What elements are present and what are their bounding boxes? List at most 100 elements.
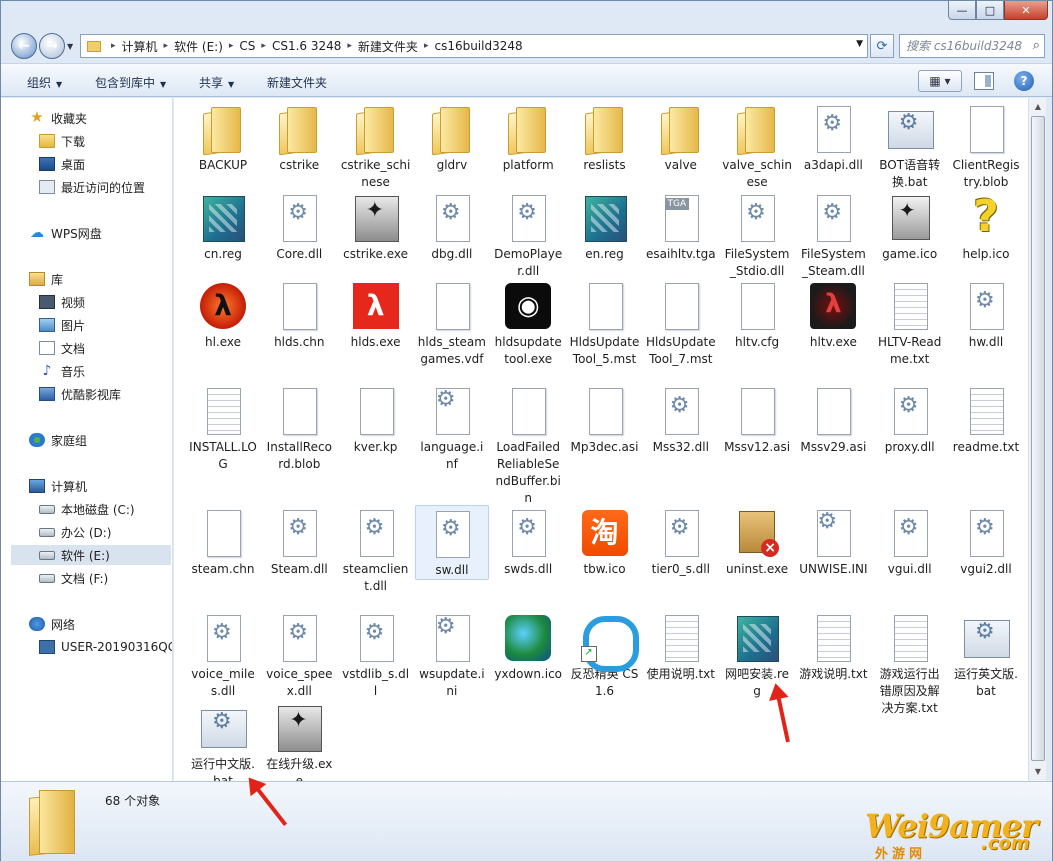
file-item[interactable]: 反恐精英 CS 1.6: [568, 610, 642, 700]
file-item[interactable]: LoadFailedReliableSendBuffer.bin: [491, 383, 565, 507]
sidebar-item-network-pc[interactable]: USER-20190316QG: [39, 637, 172, 657]
refresh-button[interactable]: ⟳: [870, 34, 894, 58]
scroll-down-icon[interactable]: ▼: [1030, 764, 1046, 780]
include-in-library-menu[interactable]: 包含到库中 ▼: [95, 74, 166, 91]
file-item[interactable]: wsupdate.ini: [415, 610, 489, 700]
file-item[interactable]: steam.chn: [186, 505, 260, 578]
address-dropdown-icon[interactable]: ▼: [856, 39, 863, 49]
file-item[interactable]: hw.dll: [949, 278, 1023, 351]
file-item[interactable]: tier0_s.dll: [644, 505, 718, 578]
organize-menu[interactable]: 组织 ▼: [27, 74, 62, 91]
breadcrumb-item[interactable]: cs16build3248: [434, 39, 522, 53]
file-item[interactable]: 运行中文版.bat: [186, 700, 260, 781]
file-item[interactable]: InstallRecord.blob: [262, 383, 336, 473]
file-item[interactable]: BACKUP: [186, 101, 260, 174]
file-item[interactable]: platform: [491, 101, 565, 174]
file-item[interactable]: Mss32.dll: [644, 383, 718, 456]
file-item[interactable]: dbg.dll: [415, 190, 489, 263]
minimize-button[interactable]: —: [948, 1, 976, 20]
preview-pane-button[interactable]: [974, 72, 994, 90]
file-item[interactable]: FileSystem_Stdio.dll: [720, 190, 794, 280]
vertical-scrollbar[interactable]: ▲ ▼: [1028, 98, 1046, 781]
file-item[interactable]: language.inf: [415, 383, 489, 473]
search-input[interactable]: [906, 38, 1024, 54]
address-bar[interactable]: ▸ 计算机 ▸ 软件 (E:) ▸ CS ▸ CS1.6 3248 ▸ 新建文件夹 ▸ cs16bui…: [80, 34, 868, 58]
forward-button[interactable]: →: [39, 33, 65, 59]
file-item[interactable]: valve_schinese: [720, 101, 794, 191]
file-item[interactable]: proxy.dll: [873, 383, 947, 456]
file-item[interactable]: hlds_steamgames.vdf: [415, 278, 489, 368]
sidebar-item-pictures[interactable]: 图片: [39, 315, 85, 335]
file-item[interactable]: INSTALL.LOG: [186, 383, 260, 473]
sidebar-item-drive-e[interactable]: 软件 (E:): [11, 545, 171, 565]
scroll-up-icon[interactable]: ▲: [1030, 99, 1046, 115]
file-item[interactable]: a3dapi.dll: [796, 101, 870, 174]
file-item[interactable]: 运行英文版.bat: [949, 610, 1023, 700]
breadcrumb-item[interactable]: CS1.6 3248: [272, 39, 341, 53]
file-item[interactable]: tbw.ico: [568, 505, 642, 578]
breadcrumb-separator-icon[interactable]: ▸: [164, 41, 169, 51]
file-item[interactable]: game.ico: [873, 190, 947, 263]
file-item[interactable]: voice_speex.dll: [262, 610, 336, 700]
file-item[interactable]: vstdlib_s.dll: [339, 610, 413, 700]
scrollbar-thumb[interactable]: [1031, 116, 1045, 761]
file-item[interactable]: hlds.exe: [339, 278, 413, 351]
file-item[interactable]: readme.txt: [949, 383, 1023, 456]
file-item[interactable]: Core.dll: [262, 190, 336, 263]
file-item[interactable]: en.reg: [568, 190, 642, 263]
file-item[interactable]: Mssv12.asi: [720, 383, 794, 456]
file-item[interactable]: 游戏说明.txt: [796, 610, 870, 683]
file-item[interactable]: steamclient.dll: [339, 505, 413, 595]
file-item[interactable]: HldsUpdateTool_7.mst: [644, 278, 718, 368]
file-item[interactable]: Mssv29.asi: [796, 383, 870, 456]
sidebar-item-drive-d[interactable]: 办公 (D:): [39, 522, 111, 542]
file-item[interactable]: cstrike_schinese: [339, 101, 413, 191]
file-item[interactable]: yxdown.ico: [491, 610, 565, 683]
file-item[interactable]: gldrv: [415, 101, 489, 174]
change-view-button[interactable]: ▦ ▾: [918, 70, 962, 92]
file-item[interactable]: uninst.exe: [720, 505, 794, 578]
breadcrumb-item[interactable]: 计算机: [122, 38, 158, 55]
file-item[interactable]: kver.kp: [339, 383, 413, 456]
file-item[interactable]: hltv.exe: [796, 278, 870, 351]
sidebar-item-computer[interactable]: 计算机: [29, 476, 87, 496]
file-item[interactable]: Steam.dll: [262, 505, 336, 578]
sidebar-item-libraries[interactable]: 库: [29, 269, 63, 289]
file-item[interactable]: ClientRegistry.blob: [949, 101, 1023, 191]
sidebar-item-desktop[interactable]: 桌面: [39, 154, 85, 174]
sidebar-item-drive-f[interactable]: 文档 (F:): [39, 568, 108, 588]
file-item[interactable]: vgui.dll: [873, 505, 947, 578]
file-item[interactable]: DemoPlayer.dll: [491, 190, 565, 280]
file-item[interactable]: help.ico: [949, 190, 1023, 263]
sidebar-item-wps[interactable]: ☁ WPS网盘: [29, 223, 102, 243]
file-item[interactable]: BOT语音转换.bat: [873, 101, 947, 191]
file-item[interactable]: Mp3dec.asi: [568, 383, 642, 456]
help-button[interactable]: ?: [1014, 71, 1034, 91]
file-item[interactable]: UNWISE.INI: [796, 505, 870, 578]
file-item[interactable]: sw.dll: [414, 505, 489, 580]
share-menu[interactable]: 共享 ▼: [199, 74, 234, 91]
sidebar-item-music[interactable]: ♪ 音乐: [39, 361, 85, 381]
file-item[interactable]: FileSystem_Steam.dll: [796, 190, 870, 280]
sidebar-item-drive-c[interactable]: 本地磁盘 (C:): [39, 499, 135, 519]
file-item[interactable]: valve: [644, 101, 718, 174]
recent-pages-dropdown[interactable]: ▼: [67, 42, 73, 51]
file-item[interactable]: hlds.chn: [262, 278, 336, 351]
file-item[interactable]: reslists: [568, 101, 642, 174]
file-item[interactable]: cstrike.exe: [339, 190, 413, 263]
breadcrumb-item[interactable]: 新建文件夹: [358, 38, 418, 55]
close-button[interactable]: ✕: [1004, 1, 1048, 20]
sidebar-item-documents[interactable]: 文档: [39, 338, 85, 358]
new-folder-button[interactable]: 新建文件夹: [267, 74, 327, 91]
search-box[interactable]: ⌕: [899, 34, 1045, 58]
sidebar-item-recent[interactable]: 最近访问的位置: [39, 177, 145, 197]
sidebar-item-videos[interactable]: 视频: [39, 292, 85, 312]
file-item[interactable]: cn.reg: [186, 190, 260, 263]
breadcrumb-separator-icon[interactable]: ▸: [229, 41, 234, 51]
breadcrumb-separator-icon[interactable]: ▸: [424, 41, 429, 51]
breadcrumb-item[interactable]: 软件 (E:): [174, 38, 223, 55]
back-button[interactable]: ←: [11, 33, 37, 59]
file-item[interactable]: HldsUpdateTool_5.mst: [568, 278, 642, 368]
sidebar-item-downloads[interactable]: 下载: [39, 131, 85, 151]
sidebar-item-network[interactable]: 网络: [29, 614, 75, 634]
